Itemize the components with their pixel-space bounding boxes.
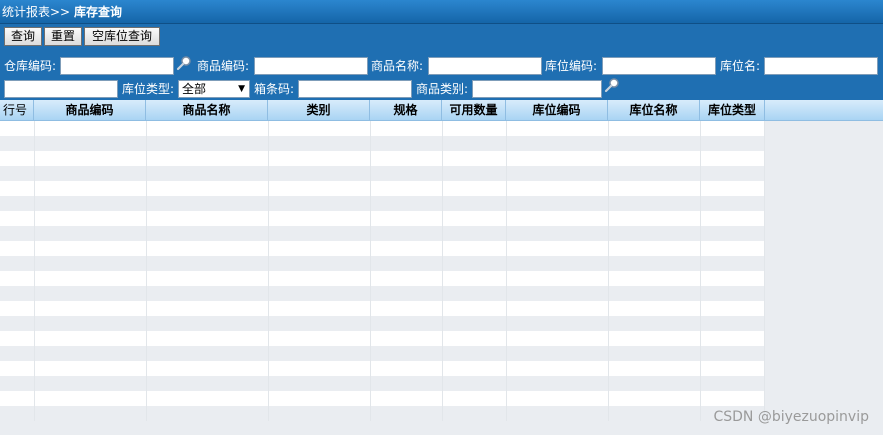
column-header-location-type[interactable]: 库位类型 bbox=[700, 100, 765, 120]
location-type-selected: 全部 bbox=[182, 82, 207, 96]
table-row[interactable] bbox=[0, 196, 765, 211]
warehouse-code-label: 仓库编码: bbox=[4, 59, 57, 73]
column-header-location-code[interactable]: 库位编码 bbox=[506, 100, 608, 120]
reset-button[interactable]: 重置 bbox=[44, 27, 82, 46]
column-divider bbox=[608, 121, 609, 421]
column-divider bbox=[370, 121, 371, 421]
product-category-label: 商品类别: bbox=[416, 82, 469, 96]
column-header-available-qty[interactable]: 可用数量 bbox=[442, 100, 506, 120]
table-row[interactable] bbox=[0, 256, 765, 271]
table-row[interactable] bbox=[0, 376, 765, 391]
table-row[interactable] bbox=[0, 316, 765, 331]
location-name-label: 库位名: bbox=[720, 59, 761, 73]
location-type-select[interactable]: 全部 ▼ bbox=[178, 80, 250, 98]
title-bar: 统计报表>> 库存查询 bbox=[0, 0, 883, 24]
column-divider bbox=[506, 121, 507, 421]
location-name-input-overflow[interactable] bbox=[4, 80, 118, 98]
box-barcode-label: 箱条码: bbox=[254, 82, 295, 96]
query-button[interactable]: 查询 bbox=[4, 27, 42, 46]
product-code-label: 商品编码: bbox=[197, 59, 250, 73]
product-code-input[interactable] bbox=[254, 57, 368, 75]
grid-body bbox=[0, 121, 883, 435]
column-divider bbox=[764, 121, 765, 421]
column-divider bbox=[146, 121, 147, 421]
column-header-location-name[interactable]: 库位名称 bbox=[608, 100, 700, 120]
table-row[interactable] bbox=[0, 361, 765, 376]
table-row[interactable] bbox=[0, 406, 765, 421]
table-row[interactable] bbox=[0, 271, 765, 286]
chevron-down-icon: ▼ bbox=[238, 84, 245, 94]
column-header-spec[interactable]: 规格 bbox=[370, 100, 442, 120]
location-type-label: 库位类型: bbox=[122, 82, 175, 96]
table-row[interactable] bbox=[0, 391, 765, 406]
column-divider bbox=[700, 121, 701, 421]
page-title: 库存查询 bbox=[73, 5, 122, 19]
warehouse-code-input[interactable] bbox=[60, 57, 174, 75]
table-row[interactable] bbox=[0, 241, 765, 256]
column-divider bbox=[268, 121, 269, 421]
filter-panel: 仓库编码: 商品编码: 商品名称: 库位编码: 库位名: 库位类型: 全部 ▼ … bbox=[0, 50, 883, 100]
table-row[interactable] bbox=[0, 301, 765, 316]
location-name-input[interactable] bbox=[764, 57, 878, 75]
category-search-icon[interactable] bbox=[604, 77, 620, 93]
table-row[interactable] bbox=[0, 121, 765, 136]
table-row[interactable] bbox=[0, 166, 765, 181]
table-row[interactable] bbox=[0, 151, 765, 166]
table-row[interactable] bbox=[0, 331, 765, 346]
table-row[interactable] bbox=[0, 136, 765, 151]
watermark: CSDN @biyezuopinvip bbox=[713, 409, 869, 425]
table-row[interactable] bbox=[0, 226, 765, 241]
grid-header: 行号 商品编码 商品名称 类别 规格 可用数量 库位编码 库位名称 库位类型 bbox=[0, 100, 883, 121]
product-category-input[interactable] bbox=[472, 80, 602, 98]
location-code-input[interactable] bbox=[602, 57, 716, 75]
column-header-product-name[interactable]: 商品名称 bbox=[146, 100, 268, 120]
table-row[interactable] bbox=[0, 346, 765, 361]
column-divider bbox=[34, 121, 35, 421]
empty-location-query-button[interactable]: 空库位查询 bbox=[84, 27, 160, 46]
location-code-label: 库位编码: bbox=[545, 59, 598, 73]
product-name-label: 商品名称: bbox=[371, 59, 424, 73]
column-header-product-code[interactable]: 商品编码 bbox=[34, 100, 146, 120]
table-row[interactable] bbox=[0, 211, 765, 226]
toolbar: 查询 重置 空库位查询 bbox=[0, 24, 883, 50]
breadcrumb-parent[interactable]: 统计报表>> bbox=[2, 5, 70, 19]
box-barcode-input[interactable] bbox=[298, 80, 412, 98]
page: 统计报表>> 库存查询 查询 重置 空库位查询 仓库编码: 商品编码: 商品名称… bbox=[0, 0, 883, 435]
column-header-category[interactable]: 类别 bbox=[268, 100, 370, 120]
product-name-input[interactable] bbox=[428, 57, 542, 75]
warehouse-search-icon[interactable] bbox=[176, 55, 192, 71]
table-row[interactable] bbox=[0, 181, 765, 196]
column-header-row-number[interactable]: 行号 bbox=[0, 100, 34, 120]
column-divider bbox=[442, 121, 443, 421]
table-row[interactable] bbox=[0, 286, 765, 301]
